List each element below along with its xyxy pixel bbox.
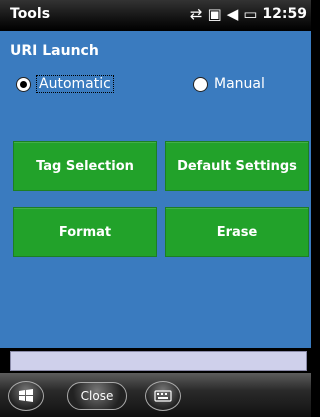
input-field[interactable]	[10, 351, 307, 371]
uri-launch-heading: URI Launch	[10, 43, 99, 59]
erase-button[interactable]: Erase	[165, 207, 309, 257]
keyboard-button[interactable]	[145, 381, 181, 411]
default-settings-button[interactable]: Default Settings	[165, 141, 309, 191]
clock[interactable]: 12:59	[262, 6, 307, 22]
title-bar: Tools ⇄ ▣ ◀ ▭ 12:59	[0, 0, 311, 31]
windows-start-icon	[19, 389, 33, 402]
radio-manual-circle[interactable]	[193, 76, 208, 92]
close-button[interactable]: Close	[67, 382, 127, 410]
keyboard-icon	[154, 390, 172, 402]
no-sim-icon[interactable]: ▣	[208, 5, 222, 23]
radio-automatic[interactable]: Automatic	[16, 75, 114, 93]
format-button[interactable]: Format	[13, 207, 157, 257]
connectivity-arrows-icon[interactable]: ⇄	[190, 5, 203, 23]
status-icons: ⇄ ▣ ◀ ▭ 12:59	[190, 5, 307, 23]
radio-manual[interactable]: Manual	[193, 76, 265, 92]
main-panel: URI Launch Automatic Manual Tag Selectio…	[0, 31, 311, 348]
battery-charging-icon[interactable]: ▭	[243, 5, 257, 23]
start-button[interactable]	[8, 381, 44, 411]
radio-automatic-label[interactable]: Automatic	[36, 75, 114, 93]
window-title: Tools	[10, 6, 51, 22]
speaker-mute-icon[interactable]: ◀	[227, 5, 239, 23]
tag-selection-button[interactable]: Tag Selection	[13, 141, 157, 191]
soft-key-bar: Close	[0, 373, 311, 417]
radio-automatic-circle[interactable]	[16, 76, 31, 92]
radio-manual-label[interactable]: Manual	[214, 76, 265, 92]
